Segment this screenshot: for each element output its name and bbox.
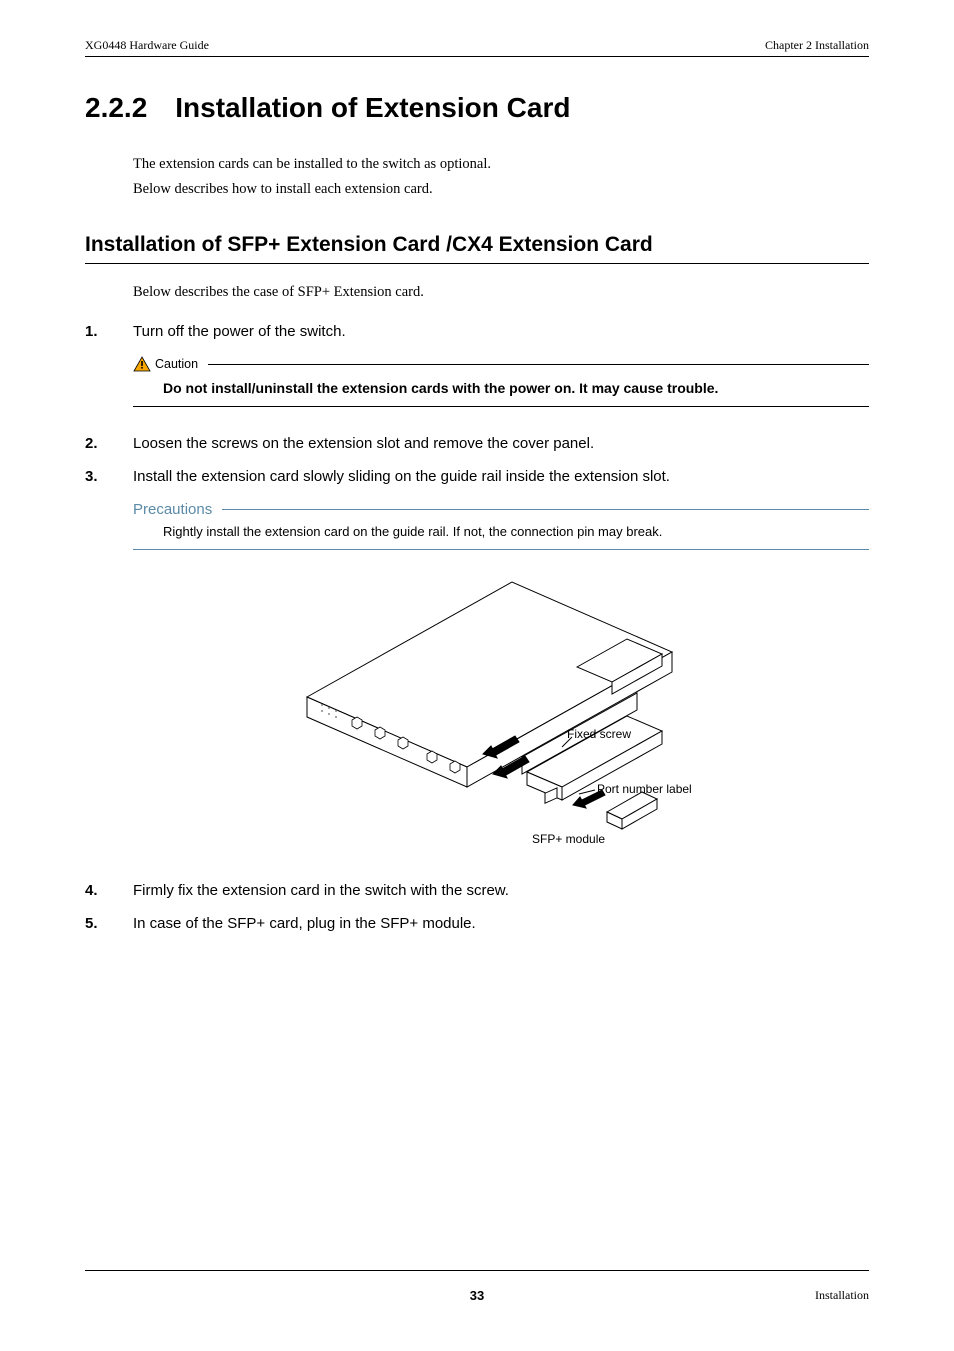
footer-rule (85, 1270, 869, 1271)
precautions-callout: Precautions Rightly install the extensio… (133, 501, 869, 550)
step-number: 5. (85, 915, 133, 932)
caution-callout: Caution Do not install/uninstall the ext… (133, 356, 869, 407)
step-3: 3. Install the extension card slowly sli… (85, 468, 869, 485)
step-5: 5. In case of the SFP+ card, plug in the… (85, 915, 869, 932)
page-footer: 33 Installation (85, 1288, 869, 1303)
page-header: XG0448 Hardware Guide Chapter 2 Installa… (85, 38, 869, 57)
header-left: XG0448 Hardware Guide (85, 38, 209, 53)
precautions-body: Rightly install the extension card on th… (133, 518, 869, 550)
caution-header: Caution (133, 356, 869, 372)
step-1: 1. Turn off the power of the switch. (85, 323, 869, 340)
label-sfp-module: SFP+ module (532, 832, 605, 846)
step-number: 1. (85, 323, 133, 340)
step-number: 2. (85, 435, 133, 452)
warning-triangle-icon (133, 356, 151, 372)
precautions-header: Precautions (133, 501, 869, 518)
page-number: 33 (470, 1288, 484, 1303)
figure-container: Fixed screw Port number label SFP+ modul… (85, 572, 869, 852)
label-fixed-screw: Fixed screw (567, 727, 631, 741)
step-text: Firmly fix the extension card in the swi… (133, 882, 869, 899)
step-number: 3. (85, 468, 133, 485)
subsection-intro: Below describes the case of SFP+ Extensi… (133, 284, 869, 301)
step-2: 2. Loosen the screws on the extension sl… (85, 435, 869, 452)
section-number: 2.2.2 (85, 92, 147, 124)
subsection-heading: Installation of SFP+ Extension Card /CX4… (85, 233, 869, 264)
precautions-rule (222, 509, 869, 510)
header-right: Chapter 2 Installation (765, 38, 869, 53)
step-4: 4. Firmly fix the extension card in the … (85, 882, 869, 899)
step-text: Loosen the screws on the extension slot … (133, 435, 869, 452)
step-text: In case of the SFP+ card, plug in the SF… (133, 915, 869, 932)
step-text: Turn off the power of the switch. (133, 323, 869, 340)
section-intro: The extension cards can be installed to … (133, 152, 869, 201)
intro-line-2: Below describes how to install each exte… (133, 177, 869, 202)
switch-illustration-svg (267, 572, 687, 852)
caution-rule (208, 364, 869, 365)
step-number: 4. (85, 882, 133, 899)
section-heading: 2.2.2 Installation of Extension Card (85, 92, 869, 124)
precautions-label: Precautions (133, 501, 216, 518)
section-title-text: Installation of Extension Card (175, 92, 570, 124)
installation-diagram: Fixed screw Port number label SFP+ modul… (267, 572, 687, 852)
caution-body: Do not install/uninstall the extension c… (133, 372, 869, 407)
step-text: Install the extension card slowly slidin… (133, 468, 869, 485)
label-port-number: Port number label (597, 782, 692, 796)
caution-label: Caution (155, 357, 204, 371)
footer-chapter-label: Installation (815, 1288, 869, 1303)
intro-line-1: The extension cards can be installed to … (133, 152, 869, 177)
